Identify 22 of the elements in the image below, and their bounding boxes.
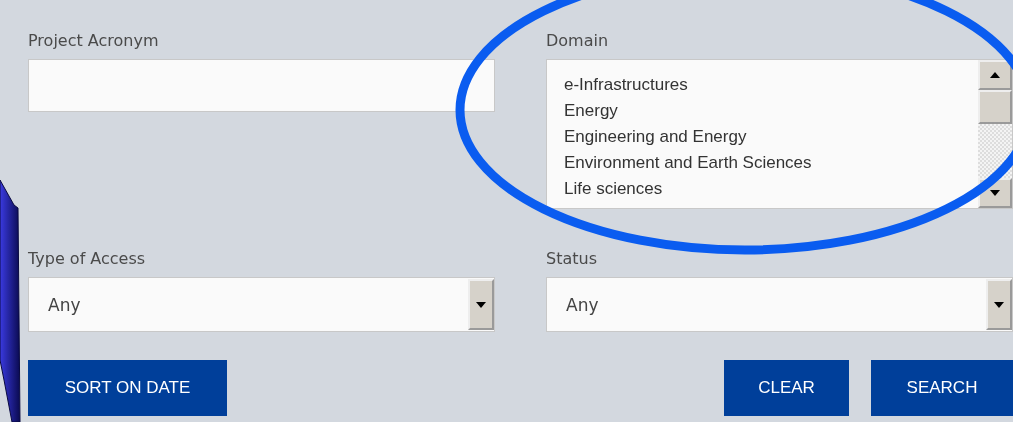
scrollbar-thumb[interactable] bbox=[978, 90, 1012, 124]
sort-on-date-button[interactable]: SORT ON DATE bbox=[28, 360, 227, 416]
down-triangle-icon bbox=[994, 301, 1004, 308]
up-triangle-icon bbox=[990, 72, 1000, 78]
down-triangle-icon bbox=[990, 190, 1000, 196]
field-label: Domain bbox=[546, 30, 610, 52]
down-triangle-icon bbox=[476, 301, 486, 308]
list-option[interactable]: Engineering and Energy bbox=[564, 124, 978, 150]
list-option[interactable]: Life sciences bbox=[564, 176, 978, 202]
domain-listbox[interactable]: e-Infrastructures Energy Engineering and Energy Environment and Earth Sciences Life sciences bbox=[546, 59, 1013, 209]
scroll-up-button[interactable] bbox=[978, 60, 1012, 90]
list-option[interactable]: Energy bbox=[564, 98, 978, 124]
clear-button[interactable]: CLEAR bbox=[724, 360, 849, 416]
list-option[interactable]: e-Infrastructures bbox=[564, 72, 978, 98]
field-label: Type of Access bbox=[28, 248, 147, 270]
list-option[interactable]: Environment and Earth Sciences bbox=[564, 150, 978, 176]
field-label: Status bbox=[546, 248, 598, 270]
project-acronym-input[interactable] bbox=[28, 59, 495, 112]
status-select[interactable]: Any bbox=[546, 277, 1013, 332]
type-of-access-select[interactable]: Any bbox=[28, 277, 495, 332]
field-label: Project Acronym bbox=[28, 30, 160, 52]
search-button[interactable]: SEARCH bbox=[871, 360, 1013, 416]
